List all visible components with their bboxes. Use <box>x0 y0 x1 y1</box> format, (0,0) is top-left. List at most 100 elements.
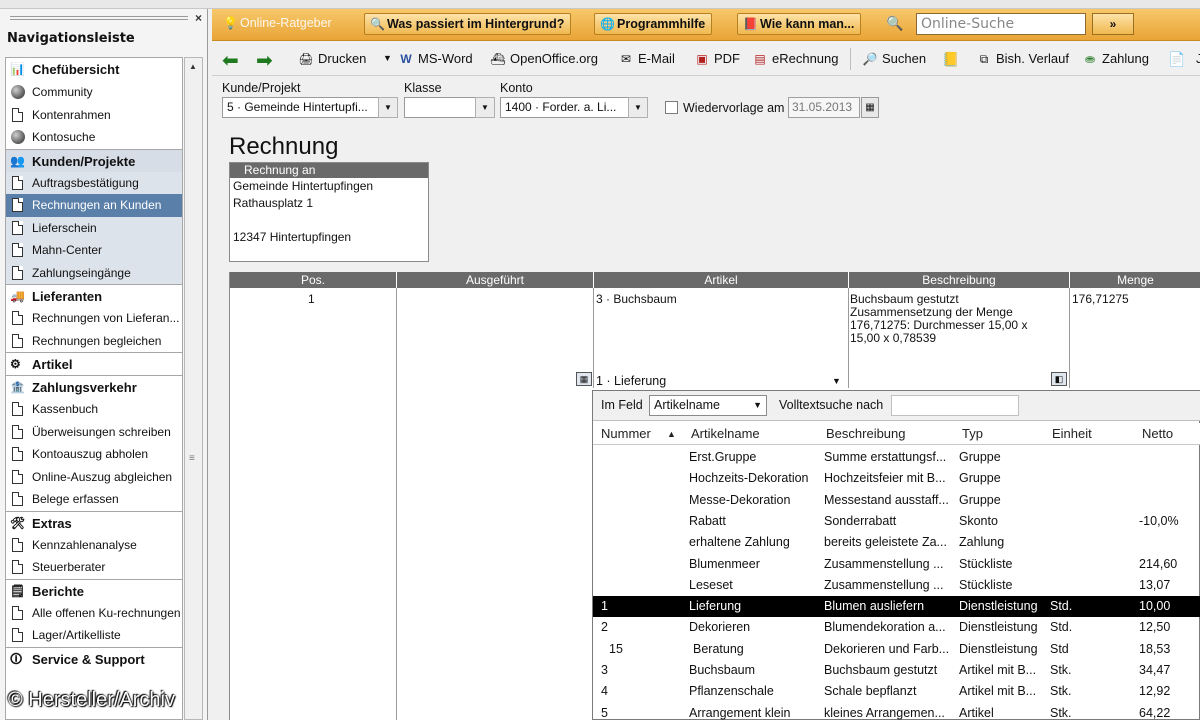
scroll-grip-icon[interactable]: ≡ <box>189 453 195 464</box>
col-artikelname[interactable]: Artikelname <box>691 426 760 441</box>
wie-kann-man-button[interactable]: 📕 Wie kann man... <box>737 13 862 35</box>
online-search-input[interactable]: Online-Suche <box>916 13 1086 35</box>
lookup-row[interactable]: Messe-Dekoration Messestand ausstaff... Gr… <box>593 490 1200 511</box>
sidebar-item[interactable]: Kassenbuch <box>6 398 182 421</box>
lookup-row[interactable]: 1 Lieferung Blumen ausliefern Dienstleistun… <box>593 596 1200 618</box>
lookup-row[interactable]: erhaltene Zahlung bereits geleistete Za..… <box>593 532 1200 553</box>
window-top-edge <box>0 0 1200 9</box>
sidebar-drag-grip[interactable] <box>10 16 188 20</box>
kunde-select[interactable]: 5 · Gemeinde Hintertupfi... <box>222 97 382 118</box>
sidebar-item[interactable]: Lager/Artikelliste <box>6 624 182 647</box>
billing-address-box[interactable]: Rechnung an Gemeinde Hintertupfingen Rath… <box>229 162 429 262</box>
sidebar-group-2[interactable]: 🚚 Lieferanten <box>6 284 182 307</box>
sidebar-group-5[interactable]: 🛠 Extras <box>6 510 182 534</box>
col-header-menge[interactable]: Menge <box>1070 272 1200 288</box>
im-feld-dropdown-icon[interactable]: ▼ <box>753 396 762 415</box>
row-artikel[interactable]: 3 · Buchsbaum <box>596 293 677 306</box>
sidebar-group-7[interactable]: 🛈 Service & Support <box>6 646 182 670</box>
sidebar-item[interactable]: Lieferschein <box>6 216 182 239</box>
email-button[interactable]: ✉ E-Mail <box>618 50 675 68</box>
sidebar-item[interactable]: Community <box>6 81 182 104</box>
description-edit-icon[interactable]: ◧ <box>1051 372 1067 386</box>
col-netto[interactable]: Netto <box>1142 426 1173 441</box>
sidebar-item[interactable]: Auftragsbestätigung <box>6 171 182 194</box>
payment-button[interactable]: ⛂ Zahlung <box>1082 50 1149 68</box>
klasse-dropdown-icon[interactable]: ▼ <box>475 97 495 118</box>
col-header-artikel[interactable]: Artikel <box>594 272 848 288</box>
col-typ[interactable]: Typ <box>962 426 983 441</box>
sidebar-group-1[interactable]: 👥 Kunden/Projekte <box>6 148 182 172</box>
openoffice-button[interactable]: ⛴ OpenOffice.org <box>490 50 598 68</box>
sidebar-item[interactable]: Rechnungen an Kunden <box>6 194 182 217</box>
calendar-icon[interactable]: ▦ <box>861 97 879 118</box>
sidebar-item[interactable]: Kennzahlenanalyse <box>6 533 182 556</box>
row-menge[interactable]: 176,71275 <box>1072 293 1129 306</box>
forward-arrow-icon[interactable]: ➡ <box>256 48 273 73</box>
kunde-dropdown-icon[interactable]: ▼ <box>378 97 398 118</box>
programmhilfe-button[interactable]: 🌐 Programmhilfe <box>594 13 713 35</box>
sidebar-item-label: Kontosuche <box>32 130 96 144</box>
sidebar-item[interactable]: Kontenrahmen <box>6 103 182 126</box>
lookup-row[interactable]: 5 Arrangement klein kleines Arrangemen... A… <box>593 703 1200 720</box>
lookup-row[interactable]: Leseset Zusammenstellung ... Stückliste 13,… <box>593 575 1200 596</box>
wiedervorlage-date[interactable]: 31.05.2013 <box>788 97 860 118</box>
lookup-row[interactable]: 4 Pflanzenschale Schale bepflanzt Artikel m… <box>593 681 1200 702</box>
sidebar-item[interactable]: Zahlungseingänge <box>6 261 182 284</box>
col-beschreibung[interactable]: Beschreibung <box>826 426 906 441</box>
sidebar-item[interactable]: Online-Auszug abgleichen <box>6 465 182 488</box>
sidebar-item[interactable]: Alle offenen Ku-rechnungen <box>6 601 182 624</box>
grid-lookup-icon[interactable]: ▦ <box>576 372 592 386</box>
lookup-row[interactable]: 15 Beratung Dekorieren und Farb... Dienstle… <box>593 639 1200 660</box>
volltext-input[interactable] <box>891 395 1019 416</box>
col-header-beschreibung[interactable]: Beschreibung <box>849 272 1069 288</box>
sidebar-scrollbar[interactable]: ▲ ≡ <box>184 57 203 720</box>
im-feld-select[interactable]: Artikelname ▼ <box>649 395 767 416</box>
wiedervorlage-checkbox[interactable] <box>665 101 678 114</box>
search-go-button[interactable]: » <box>1092 13 1134 35</box>
sort-asc-icon[interactable]: ▲ <box>667 429 676 439</box>
row-pos[interactable]: 1 <box>308 293 315 306</box>
sidebar-item[interactable]: Rechnungen begleichen <box>6 329 182 352</box>
lookup-row[interactable]: 2 Dekorieren Blumendekoration a... Dienstle… <box>593 617 1200 638</box>
konto-dropdown-icon[interactable]: ▼ <box>628 97 648 118</box>
sidebar-group-6[interactable]: 🗒 Berichte <box>6 578 182 602</box>
scroll-up-icon[interactable]: ▲ <box>189 62 197 71</box>
new-row-dropdown-icon[interactable]: ▼ <box>832 376 841 386</box>
sidebar-item[interactable]: Kontoauszug abholen <box>6 443 182 466</box>
col-header-pos[interactable]: Pos. <box>230 272 396 288</box>
sidebar-item[interactable]: Belege erfassen <box>6 488 182 511</box>
new-row-artikel[interactable]: 1 · Lieferung <box>596 375 666 388</box>
hintergrund-button[interactable]: 🔍 Was passiert im Hintergrund? <box>364 13 572 35</box>
lookup-row[interactable]: Erst.Gruppe Summe erstattungsf... Gruppe <box>593 447 1200 468</box>
msword-button[interactable]: W MS-Word <box>398 50 472 68</box>
lookup-row[interactable]: Rabatt Sonderrabatt Skonto -10,0% <box>593 511 1200 532</box>
col-header-ausgefuehrt[interactable]: Ausgeführt <box>397 272 593 288</box>
sidebar-item[interactable]: Rechnungen von Lieferan... <box>6 307 182 330</box>
print-dropdown-icon[interactable]: ▼ <box>383 53 392 63</box>
lookup-row[interactable]: Blumenmeer Zusammenstellung ... Stückliste… <box>593 554 1200 575</box>
col-nummer[interactable]: Nummer <box>601 426 651 441</box>
klasse-select[interactable] <box>404 97 476 118</box>
journal-icon[interactable]: 📒 <box>942 51 959 68</box>
sidebar-group-0[interactable]: 📊 Chefübersicht <box>6 58 182 81</box>
search-button[interactable]: 🔎 Suchen <box>862 50 927 68</box>
print-button[interactable]: 🖨 Drucken <box>298 50 366 68</box>
back-arrow-icon[interactable]: ⬅ <box>222 48 239 73</box>
sidebar-item[interactable]: Kontosuche <box>6 126 182 149</box>
erechnung-button[interactable]: ▤ eRechnung <box>752 50 838 68</box>
lookup-row[interactable]: 3 Buchsbaum Buchsbaum gestutzt Artikel mit … <box>593 660 1200 681</box>
col-einheit[interactable]: Einheit <box>1052 426 1092 441</box>
sidebar-item[interactable]: Überweisungen schreiben <box>6 420 182 443</box>
lookup-row[interactable]: Hochzeits-Dekoration Hochzeitsfeier mit B… <box>593 468 1200 489</box>
pdf-button[interactable]: ▣ PDF <box>694 50 740 68</box>
journal-button[interactable]: Jo <box>1176 50 1200 68</box>
history-button[interactable]: ⧉ Bish. Verlauf <box>976 50 1069 68</box>
sidebar-group-4[interactable]: 🏦 Zahlungsverkehr <box>6 375 182 398</box>
konto-select[interactable]: 1400 · Forder. a. Li... <box>500 97 630 118</box>
sidebar-group-3[interactable]: ⚙ Artikel <box>6 352 182 375</box>
online-ratgeber-button[interactable]: 💡 Online-Ratgeber <box>218 13 338 35</box>
sidebar-item[interactable]: Steuerberater <box>6 556 182 579</box>
row-beschreibung[interactable]: Buchsbaum gestutzt Zusammensetzung der Me… <box>850 293 1027 345</box>
close-icon[interactable]: × <box>195 11 202 25</box>
sidebar-item[interactable]: Mahn-Center <box>6 239 182 262</box>
